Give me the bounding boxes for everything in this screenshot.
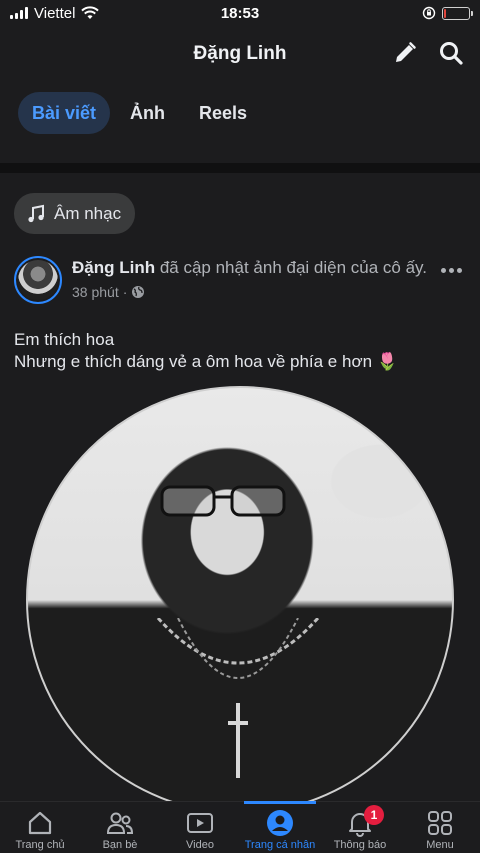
search-button[interactable] bbox=[436, 38, 466, 68]
nav-home[interactable]: Trang chủ bbox=[0, 802, 80, 853]
profile-header: Đặng Linh bbox=[0, 26, 480, 82]
music-chip-label: Âm nhạc bbox=[54, 203, 122, 223]
wifi-icon bbox=[81, 6, 100, 19]
page-title: Đặng Linh bbox=[193, 43, 287, 64]
music-chip[interactable]: Âm nhạc bbox=[14, 193, 136, 234]
avatar-image bbox=[18, 260, 58, 300]
profile-photo-circle bbox=[26, 386, 454, 801]
friends-icon bbox=[106, 812, 134, 834]
nav-label: Trang cá nhân bbox=[244, 839, 316, 851]
section-divider bbox=[0, 163, 480, 173]
nav-label: Video bbox=[186, 839, 214, 851]
edit-button[interactable] bbox=[390, 38, 420, 68]
profile-tabs: Bài viết Ảnh Reels bbox=[18, 92, 261, 134]
post-text-line: Nhưng e thích dáng vẻ a ôm hoa về phía e… bbox=[14, 352, 398, 371]
nav-friends[interactable]: Bạn bè bbox=[80, 802, 160, 853]
meta-separator: · bbox=[122, 284, 128, 300]
glasses-shape bbox=[160, 485, 286, 517]
post-header: Đặng Linh đã cập nhật ảnh đại diện của c… bbox=[14, 256, 470, 304]
profile-icon bbox=[267, 810, 293, 836]
post-author[interactable]: Đặng Linh bbox=[72, 258, 155, 277]
nav-menu[interactable]: Menu bbox=[400, 802, 480, 853]
pencil-icon bbox=[396, 42, 416, 62]
post-time[interactable]: 38 phút bbox=[72, 284, 119, 300]
bottom-nav: Trang chủ Bạn bè Video Trang cá nhân 1 T… bbox=[0, 801, 480, 853]
battery-icon bbox=[442, 6, 473, 20]
nav-label: Trang chủ bbox=[15, 839, 65, 851]
post-action: đã cập nhật ảnh đại diện của cô ấy. bbox=[155, 258, 427, 277]
globe-icon bbox=[132, 286, 145, 298]
carrier-name: Viettel bbox=[34, 4, 76, 22]
search-icon bbox=[440, 42, 463, 65]
avatar[interactable] bbox=[14, 256, 62, 304]
music-note-icon bbox=[28, 204, 44, 222]
post-meta-line: 38 phút · bbox=[72, 284, 470, 300]
post-text-line: Em thích hoa bbox=[14, 330, 115, 349]
status-bar: Viettel 18:53 bbox=[0, 0, 480, 26]
nav-notifications[interactable]: 1 Thông báo bbox=[320, 802, 400, 853]
post-more-button[interactable] bbox=[436, 260, 466, 280]
nav-profile[interactable]: Trang cá nhân bbox=[240, 801, 320, 853]
nav-label: Bạn bè bbox=[102, 839, 138, 851]
home-icon bbox=[28, 811, 52, 835]
nav-video[interactable]: Video bbox=[160, 802, 240, 853]
tab-posts[interactable]: Bài viết bbox=[18, 92, 111, 134]
notification-badge: 1 bbox=[364, 805, 384, 825]
profile-photo[interactable] bbox=[26, 386, 454, 801]
post-text: Em thích hoa Nhưng e thích dáng vẻ a ôm … bbox=[14, 329, 398, 373]
battery-level bbox=[444, 8, 447, 18]
video-icon bbox=[187, 813, 213, 833]
signal-icon bbox=[10, 7, 28, 19]
menu-grid-icon bbox=[428, 811, 452, 835]
nav-label: Thông báo bbox=[333, 839, 387, 851]
necklace-shape bbox=[156, 618, 320, 778]
orientation-lock-icon bbox=[422, 6, 436, 20]
nav-label: Menu bbox=[426, 839, 454, 851]
post-headline: Đặng Linh đã cập nhật ảnh đại diện của c… bbox=[72, 256, 432, 279]
tab-reels[interactable]: Reels bbox=[185, 92, 261, 134]
tab-photos[interactable]: Ảnh bbox=[116, 92, 179, 134]
